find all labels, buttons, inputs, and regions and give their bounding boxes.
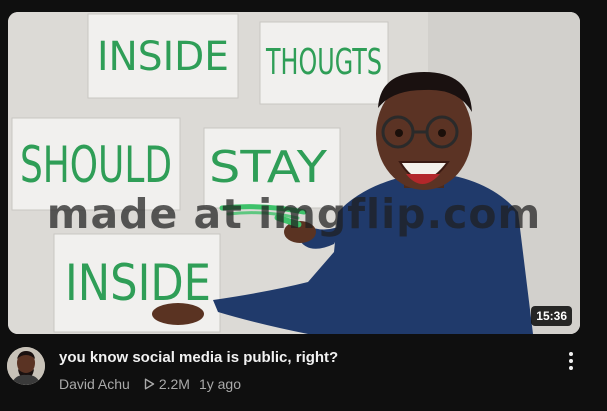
- play-outline-icon: [144, 378, 155, 390]
- svg-text:STAY: STAY: [209, 142, 327, 193]
- video-card: INSIDE THOUGTS SHOULD STAY INSIDE made a…: [0, 0, 607, 411]
- upload-age: 1y ago: [198, 376, 241, 392]
- sign-stay: STAY: [203, 127, 341, 209]
- menu-dot: [569, 366, 573, 370]
- svg-text:INSIDE: INSIDE: [97, 34, 229, 80]
- svg-text:THOUGTS: THOUGTS: [265, 42, 382, 83]
- sign-should: SHOULD: [11, 117, 181, 211]
- channel-name[interactable]: David Achu: [59, 376, 130, 392]
- sign-inside-top: INSIDE: [87, 13, 239, 99]
- video-title[interactable]: you know social media is public, right?: [59, 349, 338, 366]
- menu-dot: [569, 359, 573, 363]
- menu-dot: [569, 352, 573, 356]
- svg-text:INSIDE: INSIDE: [65, 254, 211, 312]
- more-vert-icon[interactable]: [562, 347, 580, 375]
- video-meta: David Achu 2.2M 1y ago: [59, 376, 241, 392]
- thumbnail-scene: INSIDE THOUGTS SHOULD STAY INSIDE: [8, 12, 580, 334]
- view-count: 2.2M: [158, 376, 190, 392]
- channel-avatar[interactable]: [7, 347, 45, 385]
- sign-thougts: THOUGTS: [259, 21, 389, 105]
- svg-text:SHOULD: SHOULD: [20, 136, 172, 194]
- duration-badge: 15:36: [531, 306, 572, 326]
- video-thumbnail[interactable]: INSIDE THOUGTS SHOULD STAY INSIDE made a…: [8, 12, 580, 334]
- avatar-image: [7, 347, 45, 385]
